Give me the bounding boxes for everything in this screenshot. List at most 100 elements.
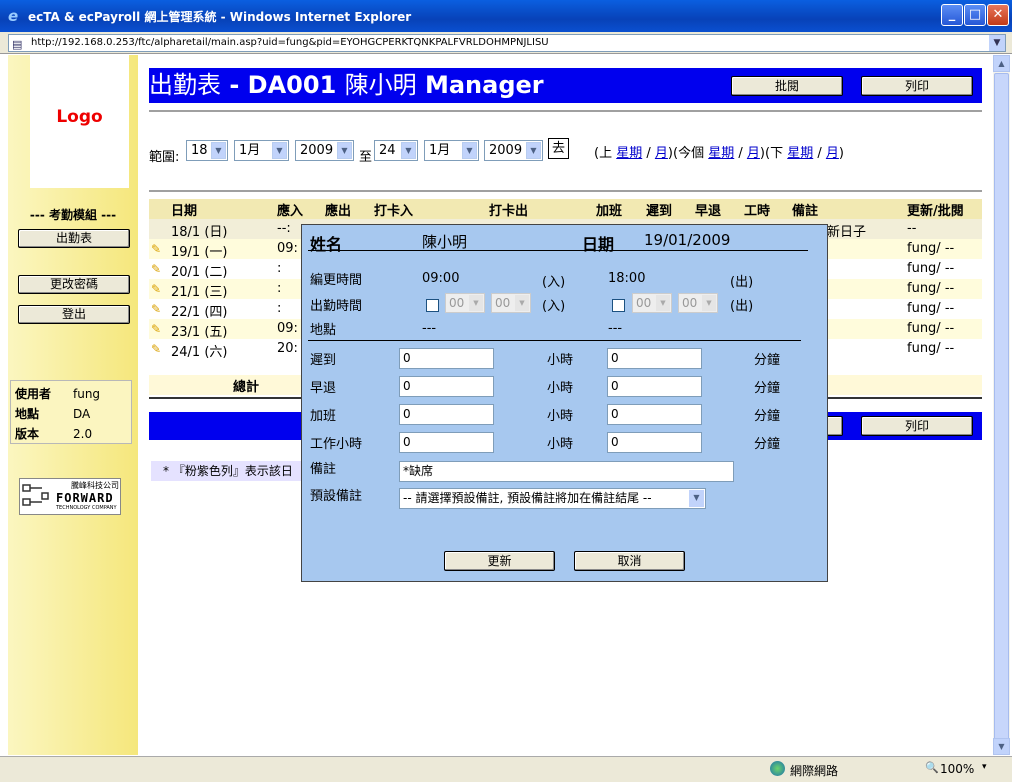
zoom-icon[interactable]: 🔍 [925,761,939,774]
minute-unit: 分鐘 [754,381,781,396]
address-input[interactable]: ▤ http://192.168.0.253/ftc/alpharetail/m… [8,34,1006,52]
attend-in-minute-value: 00 [495,296,511,310]
edit-pencil-icon[interactable]: ✎ [151,342,165,356]
col-early: 早退 [695,204,722,219]
dlg-date-value: 19/01/2009 [644,231,731,249]
shift-in-value: 09:00 [422,271,460,286]
edit-pencil-icon[interactable]: ✎ [151,302,165,316]
overtime-hour-input[interactable]: 0 [399,404,494,425]
address-bar: ▤ http://192.168.0.253/ftc/alpharetail/m… [0,32,1012,54]
attendance-button[interactable]: 出勤表 [18,229,130,248]
row-in: : [277,261,282,276]
row-remark: 新日子 [827,225,867,240]
change-password-button[interactable]: 更改密碼 [18,275,130,294]
nav-prev-label: (上 [594,146,613,161]
prev-month-link[interactable]: 月 [655,146,668,161]
row-date: 20/1 (二) [171,265,228,280]
shift-label: 編更時間 [310,273,363,288]
row-update: fung/ -- [907,241,955,256]
to-month-select[interactable]: 1月 ▼ [424,140,479,161]
from-day-select[interactable]: 18 ▼ [186,140,228,161]
overtime-minute-input[interactable]: 0 [607,404,702,425]
from-year-select[interactable]: 2009 ▼ [295,140,354,161]
update-button[interactable]: 更新 [444,551,555,571]
col-late: 遲到 [646,204,673,219]
remark-label: 備註 [310,462,337,477]
dlg-divider [308,250,808,251]
row-update: fung/ -- [907,341,955,356]
title-name: 陳小明 [344,71,417,99]
scroll-up-icon[interactable]: ▲ [993,55,1010,72]
location-in-value: --- [422,321,437,336]
row-date: 22/1 (四) [171,305,228,320]
logout-button[interactable]: 登出 [18,305,130,324]
address-url: http://192.168.0.253/ftc/alpharetail/mai… [31,37,549,48]
info-user-label: 使用者 [15,387,52,401]
nav-next-label: )(下 [759,146,784,161]
attend-out-checkbox[interactable] [612,299,625,312]
late-hour-input[interactable]: 0 [399,348,494,369]
print-button[interactable]: 列印 [861,76,973,96]
print-button-bottom[interactable]: 列印 [861,416,973,436]
edit-pencil-icon[interactable]: ✎ [151,322,165,336]
scroll-thumb[interactable] [994,73,1009,749]
current-month-link[interactable]: 月 [747,146,760,161]
location-out-value: --- [608,321,623,336]
attend-in-minute-select[interactable]: 00 ▼ [491,293,531,313]
to-day-select[interactable]: 24 ▼ [374,140,418,161]
early-minute-input[interactable]: 0 [607,376,702,397]
module-label: --- 考勤模組 --- [29,208,117,222]
current-week-link[interactable]: 星期 [708,146,734,161]
page-header: 出勤表 - DA001 陳小明 Manager 批閱 列印 [149,68,982,103]
attend-out-hour-select[interactable]: 00 ▼ [632,293,672,313]
to-year-select[interactable]: 2009 ▼ [484,140,543,161]
edit-pencil-icon[interactable]: ✎ [151,242,165,256]
hour-unit: 小時 [547,353,574,368]
hour-unit: 小時 [547,381,574,396]
from-day-value: 18 [191,143,208,158]
minute-unit: 分鐘 [754,409,781,424]
row-update: fung/ -- [907,281,955,296]
early-hour-input[interactable]: 0 [399,376,494,397]
minimize-button[interactable]: _ [941,4,963,26]
chevron-down-icon: ▼ [526,142,541,159]
work-hour-input[interactable]: 0 [399,432,494,453]
prev-week-link[interactable]: 星期 [616,146,642,161]
edit-pencil-icon[interactable]: ✎ [151,282,165,296]
scroll-down-icon[interactable]: ▼ [993,738,1010,755]
zoom-level[interactable]: 100% [940,762,974,776]
attend-out-hour-value: 00 [636,296,652,310]
edit-pencil-icon[interactable]: ✎ [151,262,165,276]
remark-input[interactable]: *缺席 [399,461,734,482]
shift-out-tag: (出) [730,275,754,290]
cancel-button[interactable]: 取消 [574,551,685,571]
col-card-in: 打卡入 [374,204,414,219]
col-ot: 加班 [596,204,623,219]
work-minute-input[interactable]: 0 [607,432,702,453]
chevron-down-icon: ▼ [656,295,670,311]
late-minute-input[interactable]: 0 [607,348,702,369]
zoom-dropdown-icon[interactable]: ▾ [982,762,987,772]
chevron-down-icon: ▼ [515,295,529,311]
preset-remark-select[interactable]: -- 請選擇預設備註, 預設備註將加在備註結尾 -- ▼ [399,488,706,509]
from-month-value: 1月 [239,143,261,158]
chevron-down-icon: ▼ [469,295,483,311]
approve-button[interactable]: 批閱 [731,76,843,96]
attend-out-minute-select[interactable]: 00 ▼ [678,293,718,313]
to-month-value: 1月 [429,143,451,158]
nav-sep: / [817,146,822,161]
maximize-button[interactable]: □ [964,4,986,26]
dlg-name-label: 姓名 [310,235,343,254]
attend-in-hour-select[interactable]: 00 ▼ [445,293,485,313]
vertical-scrollbar[interactable]: ▲ ▼ [993,55,1010,755]
attend-in-checkbox[interactable] [426,299,439,312]
go-button[interactable]: 去 [548,138,569,159]
next-month-link[interactable]: 月 [826,146,839,161]
close-button[interactable]: ✕ [987,4,1009,26]
from-month-select[interactable]: 1月 ▼ [234,140,289,161]
address-dropdown-icon[interactable]: ▼ [989,35,1005,51]
chevron-down-icon: ▼ [462,142,477,159]
location-label: 地點 [310,323,337,338]
range-label: 範圍: [149,150,180,165]
next-week-link[interactable]: 星期 [787,146,813,161]
